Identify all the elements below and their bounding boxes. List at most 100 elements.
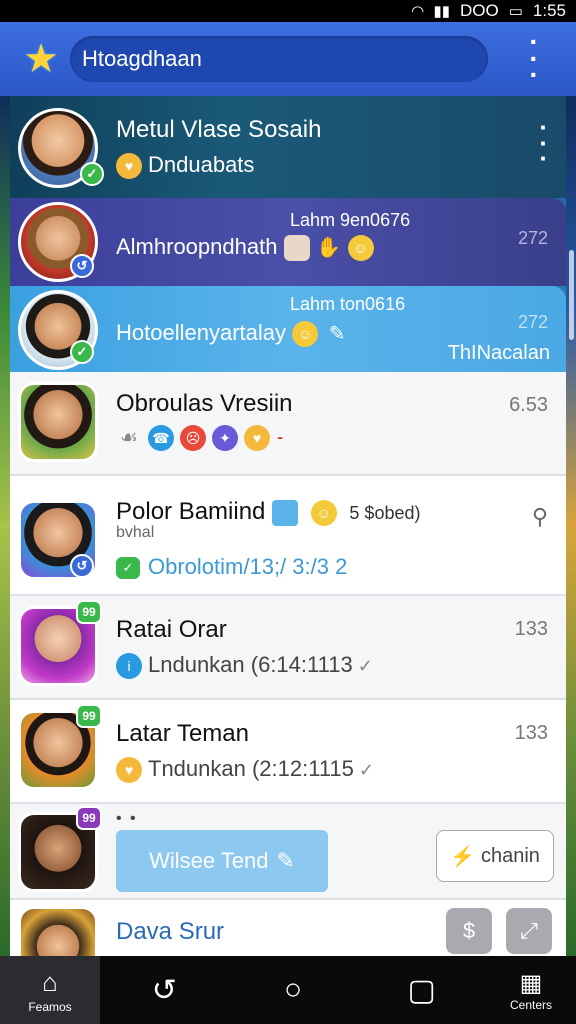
chat-row[interactable]: Dava Srur $ ⤢	[10, 900, 566, 986]
home-icon: ⌂	[42, 966, 58, 997]
unread-badge: 99	[76, 704, 102, 728]
chat-row[interactable]: 99 Ratai Orar i Lndunkan (6:14:1113 ✓ 133	[10, 596, 566, 700]
ok-badge-icon: ✓	[116, 557, 140, 580]
chat-title: Metul Vlase Sosaih	[116, 116, 322, 143]
check-icon: ✓	[353, 760, 374, 780]
chat-preview: Hotoellenyartalay ☺ ✎	[116, 320, 356, 348]
chat-preview: Almhroopndhath ✋ ☺	[116, 234, 380, 262]
nav-home-button[interactable]: ⌂ Feamos	[0, 956, 100, 1024]
chat-time: 272	[517, 228, 548, 248]
heart-eyes-emoji-icon: ♥	[244, 425, 270, 452]
sticker-emoji-icon: ✦	[212, 425, 238, 452]
background-strip-right	[566, 96, 576, 956]
reply-badge-icon: ↺	[70, 554, 94, 578]
carrier-text: DOO	[459, 1, 499, 20]
chat-time: 272	[517, 312, 548, 332]
chat-row[interactable]: 99 Latar Teman ♥ Tndunkan (2:12:1115 ✓ 13…	[10, 700, 566, 804]
chat-preview-text: Lndunkan (6:14:1113	[148, 652, 353, 677]
share-button[interactable]: ⚡ chanin	[436, 830, 554, 882]
clock: 1:55	[532, 1, 566, 20]
sushi-emoji-icon	[283, 235, 310, 262]
chat-title-suffix: 5 $obed)	[349, 503, 421, 523]
cup-emoji-icon	[272, 499, 299, 526]
status-bar: ◜◝ ▮▮ DOO ▭ 1:55	[0, 0, 576, 22]
chat-title: Latar Teman	[116, 720, 249, 747]
heart-eyes-emoji-icon: ♥	[116, 757, 142, 784]
reply-icon: ✎	[276, 848, 295, 873]
face-emoji-icon: ☺	[347, 235, 374, 262]
chat-emoji-icon: ☎	[148, 425, 174, 452]
chat-title: Obroulas Vresiin	[116, 390, 293, 417]
chat-time: 133	[514, 722, 548, 744]
chat-preview-emojis: ☙ ☎ ☹ ✦ ♥ ⁃	[116, 424, 284, 452]
face-emoji-icon: ☺	[292, 321, 319, 348]
top-app-bar: ★ Htoagdhaan · · ·	[0, 22, 576, 96]
online-badge-icon: ✓	[80, 162, 104, 186]
chat-preview: ✓ Obrolotim/13;/ 3:/3 2	[116, 554, 347, 580]
avatar	[18, 382, 98, 462]
chat-title: Ratai Orar	[116, 616, 227, 643]
leaf-emoji-icon: ☙	[120, 427, 138, 450]
pencil-emoji-icon: ✎	[328, 323, 346, 346]
expand-icon[interactable]: ⤢	[506, 908, 552, 954]
chat-time: 6.53	[509, 394, 548, 416]
nav-home-label: Feamos	[28, 999, 72, 1014]
chat-preview: i Lndunkan (6:14:1113 ✓	[116, 652, 373, 680]
chat-preview-text: Obrolotim/13;/ 3:/3 2	[148, 554, 348, 579]
chat-title: Polor Bamiind ☺ 5 $obed)	[116, 498, 420, 526]
flash-icon: ⚡	[450, 845, 475, 868]
battery-icon: ▭	[508, 3, 523, 20]
search-input[interactable]: Htoagdhaan	[70, 36, 488, 82]
wifi-icon: ◜◝	[411, 3, 424, 20]
pin-icon[interactable]: ⚲	[532, 504, 548, 530]
reply-button-label: Wilsee Tend	[149, 848, 269, 873]
heart-eyes-emoji-icon: ♥	[116, 153, 142, 180]
face-emoji-icon: ☺	[310, 499, 337, 526]
hands-emoji-icon: ✋	[316, 237, 342, 260]
chat-row[interactable]: ✓ Metul Vlase Sosaih ♥ Dnduabats · · ·	[10, 96, 566, 198]
typing-indicator: • •	[116, 810, 138, 827]
chat-row[interactable]: 99 • • Wilsee Tend ✎ ⚡ chanin	[10, 804, 566, 900]
check-icon: ✓	[352, 656, 373, 676]
nav-centers-button[interactable]: ▦ Centers	[486, 969, 576, 1012]
chat-top-label: Lahm ton0616	[290, 294, 406, 314]
bottom-navigation: ⌂ Feamos ↺ ○ ▢ ▦ Centers	[0, 956, 576, 1024]
chat-list: ✓ Metul Vlase Sosaih ♥ Dnduabats · · · ↺ La…	[10, 96, 566, 986]
grid-icon: ▦	[519, 969, 543, 997]
overflow-menu-icon[interactable]: · · ·	[524, 27, 544, 89]
chat-row[interactable]: ↺ Lahm 9en0676 Almhroopndhath ✋ ☺ 272	[10, 198, 566, 286]
background-strip-left	[0, 96, 10, 956]
scrollbar[interactable]	[569, 250, 574, 340]
chat-top-label: Lahm 9en0676	[290, 210, 411, 230]
share-button-label: chanin	[480, 844, 540, 867]
angry-emoji-icon: ☹	[180, 425, 206, 452]
unread-badge: 99	[76, 600, 102, 624]
search-input-value: Htoagdhaan	[82, 46, 202, 71]
nav-centers-label: Centers	[510, 997, 553, 1012]
home-circle-icon[interactable]: ○	[229, 973, 358, 1007]
chat-title: Dava Srur	[116, 918, 225, 945]
chat-preview-text: Almhroopndhath	[116, 234, 278, 259]
chat-corner-label: ThINacalan	[447, 342, 550, 364]
back-icon[interactable]: ↺	[100, 973, 229, 1008]
reply-badge-icon: ↺	[70, 254, 94, 278]
chat-title-text: Polor Bamiind	[116, 498, 266, 525]
chat-preview-text: Dnduabats	[148, 152, 255, 177]
unread-badge: 99	[76, 806, 102, 830]
chat-preview-text: Tndunkan (2:12:1115	[148, 756, 354, 781]
archive-icon[interactable]: $	[446, 908, 492, 954]
recents-icon[interactable]: ▢	[357, 973, 486, 1008]
reply-button[interactable]: Wilsee Tend ✎	[116, 830, 328, 892]
chat-subtitle: bvhal	[116, 524, 155, 541]
chat-row[interactable]: Obroulas Vresiin ☙ ☎ ☹ ✦ ♥ ⁃ 6.53	[10, 372, 566, 476]
chat-preview: ♥ Tndunkan (2:12:1115 ✓	[116, 756, 374, 784]
chat-time: 133	[514, 618, 548, 640]
chat-preview: ♥ Dnduabats	[116, 152, 255, 180]
chat-row[interactable]: ✓ Lahm ton0616 Hotoellenyartalay ☺ ✎ 272 …	[10, 286, 566, 372]
row-menu-icon[interactable]: · · ·	[539, 114, 548, 171]
online-badge-icon: ✓	[70, 340, 94, 364]
signal-icon: ▮▮	[433, 3, 450, 20]
chat-row[interactable]: ↺ Polor Bamiind ☺ 5 $obed) bvhal ✓ Obrolo…	[10, 476, 566, 596]
info-emoji-icon: i	[116, 653, 142, 680]
dash-icon: ⁃	[276, 431, 284, 448]
